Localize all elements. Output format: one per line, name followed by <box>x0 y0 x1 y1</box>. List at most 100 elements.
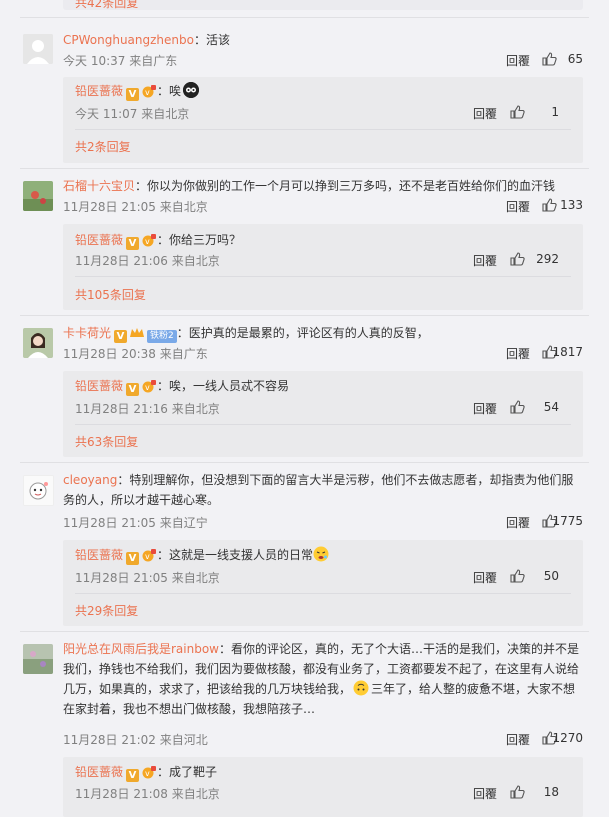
divider <box>75 593 571 594</box>
divider <box>20 631 589 632</box>
avatar[interactable] <box>23 181 53 211</box>
like-count[interactable]: 65 <box>543 52 583 66</box>
divider <box>20 168 589 169</box>
thumbs-up-icon[interactable] <box>510 569 525 586</box>
reply-button[interactable]: 回覆 <box>506 52 530 69</box>
thumbs-up-icon[interactable] <box>510 400 525 417</box>
comment-meta: 11月28日 20:38 来自广东 回覆 1817 <box>63 345 583 362</box>
like-count[interactable]: 1775 <box>543 514 583 528</box>
divider <box>75 424 571 425</box>
reply-text: 铅医蔷薇 Vv ：这就是一线支援人员的日常 <box>75 545 571 565</box>
svg-text:v: v <box>145 88 150 97</box>
divider <box>20 17 589 18</box>
user-name[interactable]: 石榴十六宝贝 <box>63 179 135 193</box>
reply-text: 铅医蔷薇 Vv ：你给三万吗？ <box>75 233 242 250</box>
like-count[interactable]: 1270 <box>543 731 583 745</box>
divider <box>75 129 571 130</box>
more-replies-link[interactable]: 共2条回复 <box>75 138 131 155</box>
more-replies-link[interactable]: 共29条回复 <box>75 602 138 619</box>
svg-text:v: v <box>145 769 150 778</box>
verified-v-icon: V <box>126 552 140 565</box>
user-name[interactable]: cleoyang <box>63 473 117 487</box>
reply-button[interactable]: 回覆 <box>506 731 530 748</box>
verified-v-icon: V <box>126 383 140 396</box>
user-name[interactable]: CPWonghuangzhenbo <box>63 33 194 47</box>
comment-meta: 11月28日 21:05 来自辽宁 回覆 1775 <box>63 514 583 531</box>
medal-icon: v <box>141 233 157 247</box>
comment-text: cleoyang：特别理解你，但没想到下面的留言大半是污秽，他们不去做志愿者，却… <box>63 473 574 507</box>
divider <box>20 315 589 316</box>
thumbs-up-icon[interactable] <box>510 785 525 802</box>
more-replies-link[interactable]: 共63条回复 <box>75 433 138 450</box>
reply-user-name[interactable]: 铅医蔷薇 <box>75 548 123 562</box>
svg-text:v: v <box>145 552 150 561</box>
reply-box: 铅医蔷薇 Vv ：唉，一线人员忒不容易 11月28日 21:16 来自北京 回覆 5… <box>63 371 583 457</box>
reply-meta: 11月28日 21:08 来自北京 回覆 18 <box>75 785 559 802</box>
like-count[interactable]: 133 <box>543 198 583 212</box>
reply-meta: 11月28日 21:05 来自北京 回覆 50 <box>75 569 559 586</box>
medal-icon: v <box>141 84 157 98</box>
reply-box: 铅医蔷薇 Vv ：这就是一线支援人员的日常 11月28日 21:05 来自北京 回覆… <box>63 540 583 626</box>
reply-box: 铅医蔷薇 Vv ：唉 今天 11:07 来自北京 回覆 1 共2条回复 <box>63 77 583 163</box>
timestamp: 今天 10:37 来自广东 <box>63 54 178 68</box>
verified-v-icon: V <box>126 88 140 101</box>
verified-v-icon: V <box>126 769 140 782</box>
comment-text: 石榴十六宝贝：你以为你做别的工作一个月可以挣到三万多吗，还不是老百姓给你们的血汗… <box>63 179 556 193</box>
comment-text: 卡卡荷光 V 铁粉2 ：医护真的是最累的，评论区有的人真的反智， <box>63 326 429 343</box>
reply-user-name[interactable]: 铅医蔷薇 <box>75 233 123 247</box>
more-replies-link[interactable]: 共105条回复 <box>75 286 146 303</box>
verified-v-icon: V <box>126 237 140 250</box>
avatar[interactable] <box>23 644 53 674</box>
svg-text:v: v <box>145 383 150 392</box>
divider <box>75 276 571 277</box>
reply-button[interactable]: 回覆 <box>506 514 530 531</box>
like-count[interactable]: 18 <box>544 785 559 799</box>
reply-button[interactable]: 回覆 <box>506 345 530 362</box>
previous-subbox: 共42条回复 <box>63 0 583 10</box>
owl-emoji-icon <box>183 82 200 98</box>
reply-button[interactable]: 回覆 <box>473 785 497 802</box>
comment-meta: 今天 10:37 来自广东 回覆 65 <box>63 50 583 70</box>
like-count[interactable]: 50 <box>544 569 559 583</box>
divider <box>20 462 589 463</box>
svg-text:v: v <box>145 237 150 246</box>
thumbs-up-icon[interactable] <box>510 105 525 122</box>
reply-button[interactable]: 回覆 <box>473 569 497 586</box>
comment-text: 阳光总在风雨后我是rainbow：看你的评论区，真的，无了个大语…干活的是我们，… <box>63 642 580 716</box>
thumbs-up-icon[interactable] <box>510 252 525 269</box>
medal-icon: v <box>141 548 157 562</box>
reply-meta: 11月28日 21:16 来自北京 回覆 54 <box>75 400 559 417</box>
reply-button[interactable]: 回覆 <box>473 105 497 122</box>
reply-button[interactable]: 回覆 <box>506 198 530 215</box>
upside-down-face-emoji-icon <box>353 680 369 696</box>
crown-icon <box>129 326 145 340</box>
user-name[interactable]: 卡卡荷光 <box>63 326 111 340</box>
reply-user-name[interactable]: 铅医蔷薇 <box>75 765 123 779</box>
more-replies-link[interactable]: 共42条回复 <box>75 0 138 11</box>
avatar[interactable] <box>23 328 53 358</box>
reply-user-name[interactable]: 铅医蔷薇 <box>75 84 123 98</box>
reply-meta: 11月28日 21:06 来自北京 回覆 292 <box>75 252 559 269</box>
verified-v-icon: V <box>114 330 128 343</box>
medal-icon: v <box>141 379 157 393</box>
like-count[interactable]: 1 <box>551 105 559 119</box>
tired-face-emoji-icon <box>313 546 329 562</box>
reply-button[interactable]: 回覆 <box>473 252 497 269</box>
medal-icon: v <box>141 765 157 779</box>
fan-level-badge: 铁粉2 <box>147 330 177 343</box>
reply-box: 铅医蔷薇 Vv ：成了靶子 11月28日 21:08 来自北京 回覆 18 <box>63 757 583 817</box>
like-count[interactable]: 54 <box>544 400 559 414</box>
avatar[interactable] <box>23 34 53 64</box>
reply-meta: 今天 11:07 来自北京 回覆 1 <box>75 105 559 122</box>
like-count[interactable]: 1817 <box>543 345 583 359</box>
reply-text: 铅医蔷薇 Vv ：唉 <box>75 81 571 101</box>
reply-text: 铅医蔷薇 Vv ：成了靶子 <box>75 765 218 782</box>
reply-user-name[interactable]: 铅医蔷薇 <box>75 379 123 393</box>
reply-button[interactable]: 回覆 <box>473 400 497 417</box>
like-count[interactable]: 292 <box>536 252 559 266</box>
avatar[interactable] <box>23 475 54 506</box>
user-name[interactable]: 阳光总在风雨后我是rainbow <box>63 642 219 656</box>
reply-box: 铅医蔷薇 Vv ：你给三万吗？ 11月28日 21:06 来自北京 回覆 292 共… <box>63 224 583 310</box>
comment-meta: 11月28日 21:02 来自河北 回覆 1270 <box>63 731 583 748</box>
comment-meta: 11月28日 21:05 来自北京 回覆 133 <box>63 198 583 215</box>
